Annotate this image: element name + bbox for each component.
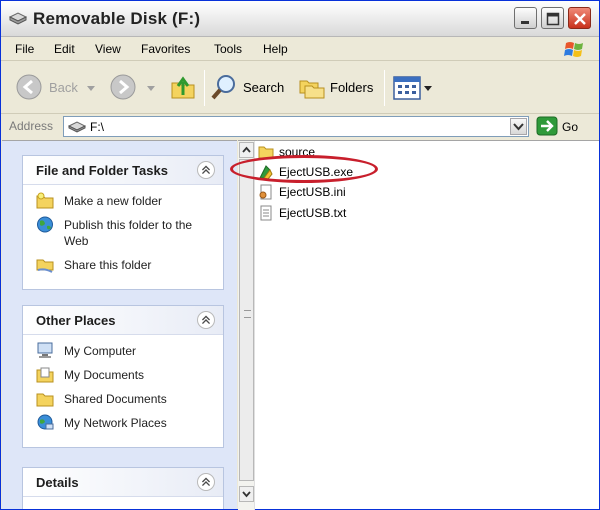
file-name: EjectUSB.ini (279, 185, 346, 199)
views-button[interactable] (393, 73, 435, 103)
task-publish-to-web[interactable]: Publish this folder to the Web (23, 215, 223, 255)
vertical-scrollbar[interactable] (238, 141, 255, 510)
place-shared-documents[interactable]: Shared Documents (23, 389, 223, 413)
task-label: My Network Places (64, 416, 167, 430)
toolbar-separator (384, 70, 385, 106)
task-pane: File and Folder Tasks Make a new folder … (2, 140, 237, 509)
address-label: Address (9, 119, 54, 133)
file-name: EjectUSB.txt (279, 206, 347, 220)
scroll-grip (244, 310, 251, 318)
chevron-down-icon (147, 86, 155, 91)
explorer-window: Removable Disk (F:) File Edit View Favor… (0, 0, 600, 510)
task-label: Publish this folder to the Web (64, 218, 193, 248)
address-bar: Address F:\ Go (1, 114, 599, 138)
chevron-down-icon (242, 491, 251, 498)
other-places-panel: Other Places My Computer My Documents Sh… (22, 305, 224, 448)
menu-help[interactable]: Help (263, 42, 288, 56)
windows-logo-icon (564, 42, 583, 57)
folder-icon (36, 393, 54, 407)
address-field[interactable]: F:\ (63, 116, 529, 137)
file-and-folder-tasks-panel: File and Folder Tasks Make a new folder … (22, 155, 224, 290)
place-my-documents[interactable]: My Documents (23, 365, 223, 389)
task-make-new-folder[interactable]: Make a new folder (23, 191, 223, 215)
title-bar[interactable]: Removable Disk (F:) (1, 1, 599, 37)
search-label: Search (243, 80, 285, 95)
back-arrow-icon (16, 74, 42, 100)
scroll-down-button[interactable] (239, 486, 254, 502)
removable-drive-icon (8, 12, 28, 25)
computer-icon (37, 342, 53, 358)
task-label: My Computer (64, 344, 137, 358)
task-label: My Documents (64, 368, 145, 382)
menu-bar: File Edit View Favorites Tools Help (1, 37, 599, 61)
folders-label: Folders (330, 80, 374, 95)
panel-title: File and Folder Tasks (36, 163, 168, 178)
task-share-folder[interactable]: Share this folder (23, 255, 223, 279)
address-dropdown-button[interactable] (510, 118, 527, 135)
task-label: Shared Documents (64, 392, 167, 406)
menu-tools[interactable]: Tools (214, 42, 242, 56)
up-folder-icon (171, 76, 195, 99)
globe-icon (37, 216, 53, 233)
new-folder-icon (36, 192, 54, 209)
views-icon (393, 76, 421, 100)
highlight-ellipse (230, 155, 378, 183)
address-value: F:\ (90, 120, 104, 134)
menu-edit[interactable]: Edit (54, 42, 75, 56)
back-button[interactable]: Back (15, 73, 97, 103)
forward-arrow-icon (110, 74, 136, 100)
toolbar: Back Search Folders (1, 62, 599, 114)
details-panel: Details (22, 467, 224, 509)
close-button[interactable] (568, 7, 591, 29)
up-folder-button[interactable] (169, 73, 197, 103)
text-file-icon (260, 205, 272, 221)
minimize-icon (521, 21, 529, 24)
menu-favorites[interactable]: Favorites (141, 42, 190, 56)
place-my-computer[interactable]: My Computer (23, 341, 223, 365)
go-label: Go (562, 120, 579, 134)
window-title: Removable Disk (F:) (33, 9, 201, 28)
go-arrow-icon (536, 116, 558, 136)
chevron-down-icon (513, 123, 524, 131)
chevron-down-icon (87, 86, 95, 91)
network-icon (37, 414, 54, 430)
folders-icon (299, 80, 325, 99)
close-icon (574, 13, 586, 25)
chevron-down-icon (424, 86, 432, 91)
panel-title: Details (36, 475, 79, 490)
task-label: Make a new folder (64, 194, 163, 208)
search-button[interactable]: Search (210, 73, 290, 103)
panel-header[interactable]: Details (23, 468, 223, 497)
toolbar-separator (204, 70, 205, 106)
chevron-up-icon (242, 146, 251, 153)
collapse-chevron-icon[interactable] (197, 473, 215, 491)
scroll-up-button[interactable] (239, 142, 254, 158)
menu-view[interactable]: View (95, 42, 121, 56)
go-button[interactable]: Go (535, 116, 593, 138)
file-list-pane: source EjectUSB.exe EjectUSB.ini EjectUS… (238, 140, 599, 510)
back-label: Back (49, 80, 78, 95)
menu-file[interactable]: File (15, 42, 34, 56)
maximize-button[interactable] (541, 7, 564, 29)
ini-file-icon (259, 184, 272, 200)
minimize-button[interactable] (514, 7, 537, 29)
shared-folder-icon (36, 259, 54, 273)
collapse-chevron-icon[interactable] (197, 161, 215, 179)
removable-drive-icon (68, 121, 86, 133)
search-icon (211, 75, 235, 100)
folders-button[interactable]: Folders (298, 73, 380, 103)
documents-folder-icon (36, 367, 54, 383)
maximize-icon (546, 12, 560, 26)
place-my-network-places[interactable]: My Network Places (23, 413, 223, 437)
panel-title: Other Places (36, 313, 116, 328)
panel-header[interactable]: Other Places (23, 306, 223, 335)
forward-button[interactable] (109, 73, 159, 103)
scroll-thumb[interactable] (239, 159, 254, 481)
task-label: Share this folder (64, 258, 152, 272)
panel-header[interactable]: File and Folder Tasks (23, 156, 223, 185)
collapse-chevron-icon[interactable] (197, 311, 215, 329)
